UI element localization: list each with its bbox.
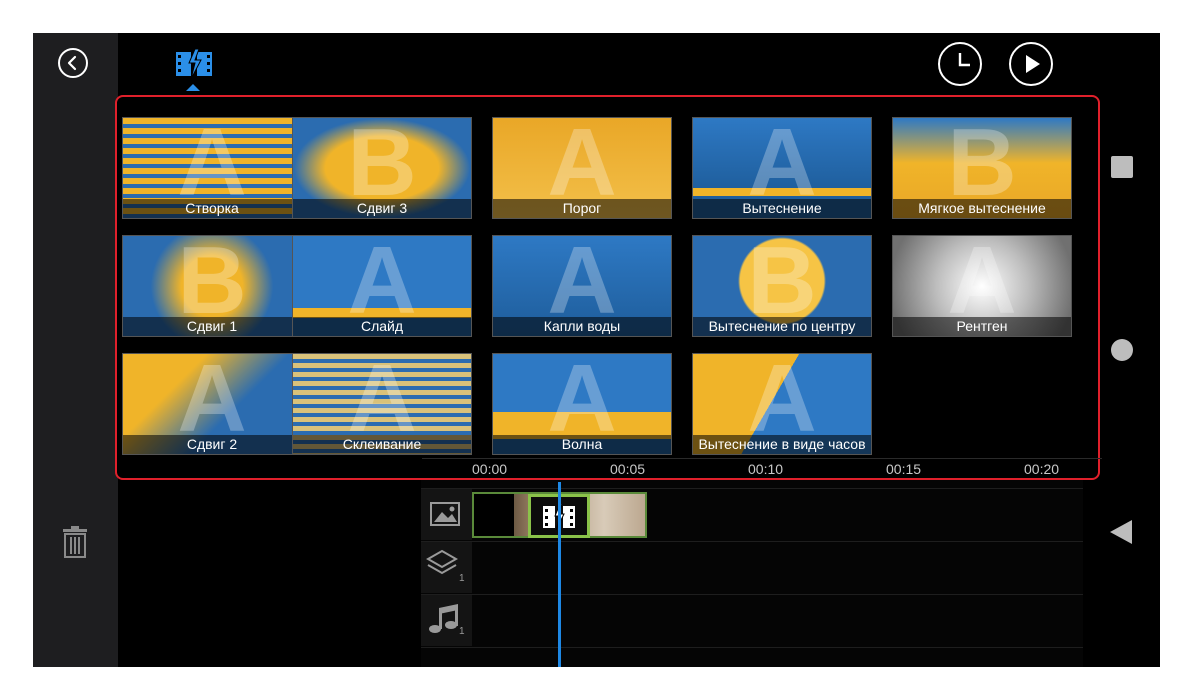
left-toolbar bbox=[33, 33, 118, 667]
transition-tile[interactable]: A Склеивание bbox=[292, 353, 472, 455]
transition-label: Слайд bbox=[293, 317, 471, 336]
ruler-tick-label: 00:10 bbox=[748, 461, 784, 477]
transition-tile[interactable]: A Створка bbox=[122, 117, 302, 219]
transition-tile[interactable]: A Сдвиг 2 bbox=[122, 353, 302, 455]
overlay-track bbox=[421, 541, 1083, 594]
back-button[interactable] bbox=[58, 48, 88, 78]
recent-apps-button[interactable] bbox=[1111, 156, 1133, 178]
transition-tile[interactable]: A Капли воды bbox=[492, 235, 672, 337]
transition-tile[interactable]: A Волна bbox=[492, 353, 672, 455]
audio-track bbox=[421, 594, 1083, 647]
transition-tile[interactable]: A Слайд bbox=[292, 235, 472, 337]
ruler-tick-label: 00:00 bbox=[472, 461, 508, 477]
transition-tile[interactable]: A Рентген bbox=[892, 235, 1072, 337]
play-icon bbox=[1026, 55, 1040, 73]
ruler-tick-label: 00:15 bbox=[886, 461, 922, 477]
ruler-tick-label: 00:20 bbox=[1024, 461, 1060, 477]
transition-label: Сдвиг 3 bbox=[293, 199, 471, 218]
transition-label: Капли воды bbox=[493, 317, 671, 336]
editor-screen: 1 1 A Створка B Сдвиг 3 A Порог A Вытеснение B Мя… bbox=[33, 33, 1160, 667]
selected-tab-indicator bbox=[186, 84, 200, 91]
chevron-left-icon bbox=[67, 55, 77, 71]
playhead[interactable] bbox=[558, 482, 561, 667]
duration-button[interactable] bbox=[938, 42, 982, 86]
transition-label: Вытеснение по центру bbox=[693, 317, 871, 336]
trash-icon[interactable] bbox=[62, 526, 88, 558]
extra-track bbox=[421, 647, 1083, 667]
transition-label: Порог bbox=[493, 199, 671, 218]
transition-tile[interactable]: A Вытеснение bbox=[692, 117, 872, 219]
transition-tile[interactable]: B Сдвиг 3 bbox=[292, 117, 472, 219]
transition-label: Сдвиг 2 bbox=[123, 435, 301, 454]
transition-label: Склеивание bbox=[293, 435, 471, 454]
transition-label: Мягкое вытеснение bbox=[893, 199, 1071, 218]
transition-label: Вытеснение bbox=[693, 199, 871, 218]
ruler-baseline bbox=[422, 458, 1102, 459]
transition-tile[interactable]: B Сдвиг 1 bbox=[122, 235, 302, 337]
transitions-panel: A Створка B Сдвиг 3 A Порог A Вытеснение B Мягкое… bbox=[115, 95, 1102, 480]
ruler-tick-label: 00:05 bbox=[610, 461, 646, 477]
play-button[interactable] bbox=[1009, 42, 1053, 86]
transition-label: Сдвиг 1 bbox=[123, 317, 301, 336]
transition-label: Волна bbox=[493, 435, 671, 454]
clock-icon bbox=[958, 53, 970, 67]
transition-label: Вытеснение в виде часов bbox=[693, 435, 871, 454]
video-track bbox=[421, 488, 1083, 541]
transition-tile[interactable]: B Вытеснение по центру bbox=[692, 235, 872, 337]
transition-tile[interactable]: A Вытеснение в виде часов bbox=[692, 353, 872, 455]
transition-tile[interactable]: A Порог bbox=[492, 117, 672, 219]
home-button[interactable] bbox=[1111, 339, 1133, 361]
transition-label: Рентген bbox=[893, 317, 1071, 336]
film-transition-icon[interactable] bbox=[175, 49, 213, 79]
transition-tile[interactable]: B Мягкое вытеснение bbox=[892, 117, 1072, 219]
transition-label: Створка bbox=[123, 199, 301, 218]
system-back-button[interactable] bbox=[1110, 520, 1132, 544]
